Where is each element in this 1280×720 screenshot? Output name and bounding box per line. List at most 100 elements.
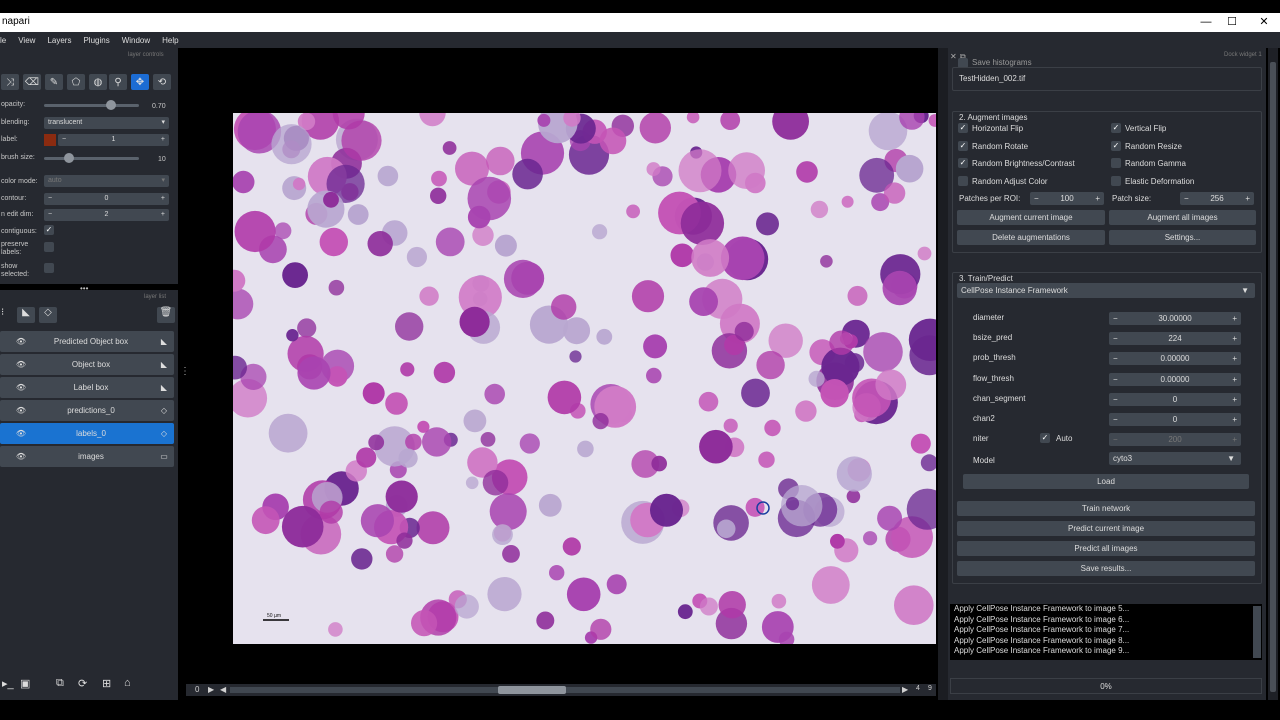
minus-icon[interactable]: − (1034, 192, 1039, 205)
plus-icon[interactable]: + (161, 193, 165, 205)
minus-icon[interactable]: − (1113, 373, 1118, 386)
transpose-icon[interactable]: ⟳ (78, 677, 87, 690)
plus-icon[interactable]: + (1232, 352, 1237, 365)
labels-layer-icon[interactable]: ◇ (39, 307, 57, 323)
plus-icon[interactable]: + (161, 134, 165, 146)
plus-icon[interactable]: + (1245, 192, 1250, 205)
layer-row[interactable]: 👁 predictions_0 ◇ (0, 400, 174, 421)
param-spinbox[interactable]: − 0 + (1109, 413, 1241, 426)
layer-row[interactable]: 👁 Object box ◣ (0, 354, 174, 375)
eye-icon[interactable]: 👁 (14, 360, 28, 369)
menu-window[interactable]: Window (122, 36, 150, 45)
microscopy-image[interactable] (233, 113, 936, 644)
log-scrollbar[interactable] (1253, 606, 1261, 658)
param-spinbox[interactable]: − 30.00000 + (1109, 312, 1241, 325)
plus-icon[interactable]: + (1232, 393, 1237, 406)
menu-help[interactable]: Help (162, 36, 178, 45)
augment-checkbox[interactable]: ✓ (958, 140, 968, 151)
param-spinbox[interactable]: − 224 + (1109, 332, 1241, 346)
polygon-icon[interactable]: ⬠ (67, 74, 85, 90)
layer-row[interactable]: 👁 Predicted Object box ◣ (0, 331, 174, 352)
eye-icon[interactable]: 👁 (14, 337, 28, 346)
label-color-swatch[interactable] (44, 134, 56, 146)
shapes-layer-icon[interactable]: ◣ (17, 307, 35, 323)
points-icon[interactable]: ⁝ (1, 307, 13, 323)
step-back-icon[interactable]: ◀ (220, 685, 226, 694)
plus-icon[interactable]: + (1232, 332, 1237, 345)
augment-checkbox[interactable] (1111, 175, 1121, 186)
menu-plugins[interactable]: Plugins (83, 36, 109, 45)
eye-icon[interactable]: 👁 (14, 429, 28, 438)
minus-icon[interactable]: − (1113, 433, 1118, 446)
maximize-button[interactable]: ☐ (1222, 14, 1242, 30)
layer-row[interactable]: 👁 labels_0 ◇ (0, 423, 174, 444)
brush-size-handle[interactable] (64, 153, 74, 163)
dims-handle[interactable] (498, 686, 566, 694)
fill-bucket-icon[interactable]: ◍ (89, 74, 107, 90)
menu-file[interactable]: le (0, 36, 6, 45)
minus-icon[interactable]: − (1113, 312, 1118, 325)
dock-scrollbar-handle[interactable] (1270, 62, 1276, 692)
augment-checkbox[interactable]: ✓ (958, 158, 968, 168)
blending-select[interactable]: translucent ▾ (44, 117, 169, 129)
eraser-icon[interactable]: ⌫ (23, 74, 41, 90)
play-icon[interactable]: ▶ (208, 685, 214, 694)
augment-all-button[interactable]: Augment all images (1109, 210, 1256, 225)
log-output[interactable]: Apply CellPose Instance Framework to ima… (950, 604, 1262, 660)
dock-scrollbar[interactable] (1268, 48, 1278, 700)
pencil-icon[interactable]: ✎ (45, 74, 63, 90)
menu-view[interactable]: View (18, 36, 35, 45)
label-spinbox[interactable]: − 1 + (58, 134, 169, 146)
augment-checkbox[interactable] (958, 175, 968, 186)
menu-layers[interactable]: Layers (47, 36, 71, 45)
predict-all-button[interactable]: Predict all images (957, 541, 1255, 556)
preserve-labels-checkbox[interactable] (44, 242, 54, 252)
niter-auto-checkbox[interactable]: ✓ (1040, 433, 1050, 443)
opacity-slider-handle[interactable] (105, 100, 116, 110)
load-button[interactable]: Load (963, 474, 1249, 489)
save-results-button[interactable]: Save results... (957, 561, 1255, 576)
pan-zoom-icon[interactable]: ✥ (131, 74, 149, 90)
plus-icon[interactable]: + (161, 209, 165, 221)
layer-row[interactable]: 👁 images ▭ (0, 446, 174, 467)
console-icon[interactable]: ▸_ (2, 677, 14, 690)
minimize-button[interactable]: — (1196, 14, 1216, 30)
color-mode-select[interactable]: auto ▾ (44, 175, 169, 187)
predict-current-button[interactable]: Predict current image (957, 521, 1255, 536)
param-spinbox[interactable]: − 0 + (1109, 392, 1241, 406)
minus-icon[interactable]: − (1184, 192, 1189, 205)
grid-icon[interactable]: ⊞ (102, 677, 111, 690)
minus-icon[interactable]: − (1113, 393, 1118, 406)
minus-icon[interactable]: − (1113, 413, 1118, 426)
roll-icon[interactable]: ⧉ (56, 677, 64, 690)
param-spinbox[interactable]: − 0.00000 + (1109, 372, 1241, 386)
plus-icon[interactable]: + (1095, 192, 1100, 205)
minus-icon[interactable]: − (62, 134, 66, 146)
close-icon[interactable]: ✕ (950, 52, 957, 61)
patches-spinbox[interactable]: − 100 + (1030, 192, 1104, 205)
contiguous-checkbox[interactable]: ✓ (44, 225, 54, 235)
opacity-slider[interactable] (44, 100, 139, 110)
step-forward-icon[interactable]: ▶ (902, 685, 908, 694)
color-picker-icon[interactable]: ⚲ (109, 74, 127, 90)
minus-icon[interactable]: − (48, 209, 52, 221)
settings-button[interactable]: Settings... (1109, 230, 1256, 245)
model-select[interactable]: cyto3 ▼ (1109, 452, 1241, 465)
eye-icon[interactable]: 👁 (14, 406, 28, 415)
brush-size-slider[interactable] (44, 153, 139, 163)
layer-row[interactable]: 👁 Label box ◣ (0, 377, 174, 398)
transform-icon[interactable]: ⟲ (153, 74, 171, 90)
eye-icon[interactable]: 👁 (14, 452, 28, 461)
augment-checkbox[interactable] (1111, 158, 1121, 168)
plus-icon[interactable]: + (1232, 312, 1237, 325)
contour-spinbox[interactable]: − 0 + (44, 193, 169, 205)
ndisplay-icon[interactable]: ▣ (20, 677, 30, 690)
left-dock-splitter[interactable]: ⋮ (180, 366, 190, 377)
home-icon[interactable]: ⌂ (124, 677, 131, 689)
minus-icon[interactable]: − (1113, 332, 1118, 345)
train-network-button[interactable]: Train network (957, 501, 1255, 516)
augment-current-button[interactable]: Augment current image (957, 210, 1105, 225)
plus-icon[interactable]: + (1232, 433, 1237, 446)
eye-icon[interactable]: 👁 (14, 383, 28, 392)
plus-icon[interactable]: + (1232, 373, 1237, 386)
